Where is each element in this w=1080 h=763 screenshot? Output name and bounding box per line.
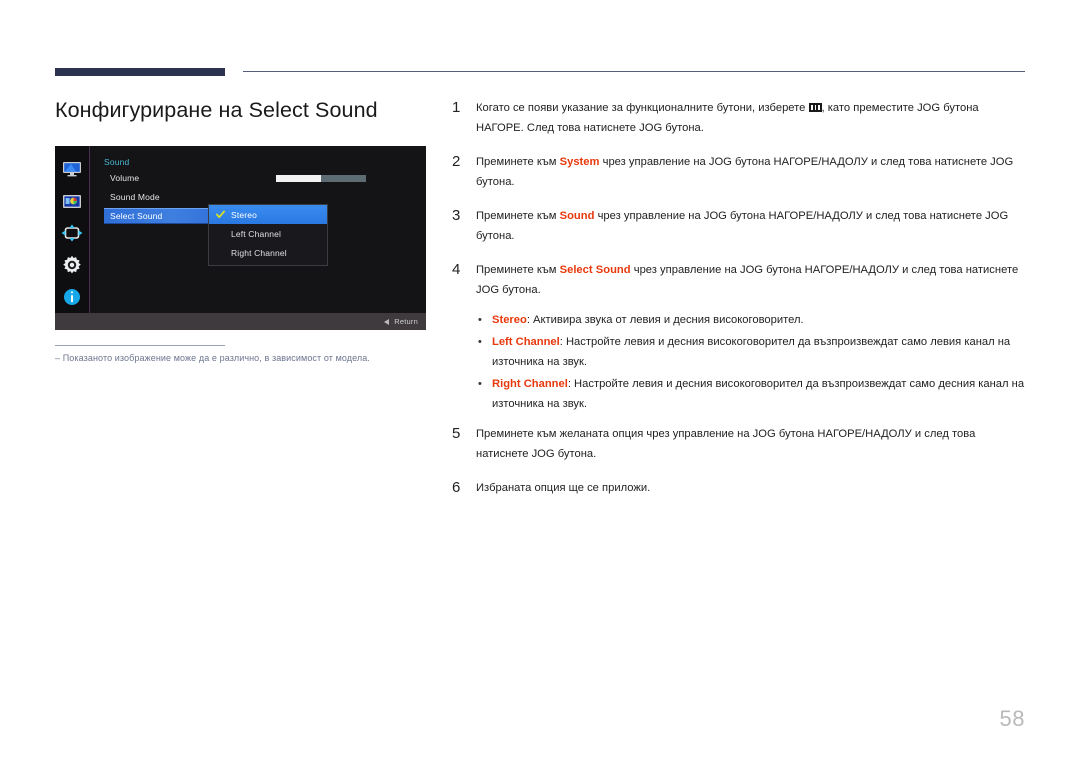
- step-text-part: Преминете към: [476, 156, 560, 168]
- bullet-rest: : Активира звука от левия и десния висок…: [526, 314, 804, 326]
- step-2: 2 Преминете към System чрез управление н…: [452, 152, 1027, 192]
- header-rule-line: [243, 71, 1025, 72]
- bullet-text: Stereo: Активира звука от левия и десния…: [492, 310, 1027, 330]
- step-number: 3: [452, 207, 461, 224]
- header-accent-bar: [55, 68, 225, 76]
- step-number: 1: [452, 99, 461, 116]
- menu-icon: [808, 103, 822, 112]
- bullet-term: Stereo: [492, 314, 527, 326]
- back-arrow-icon: [384, 318, 390, 325]
- bullet-left-channel: • Left Channel: Настройте левия и десния…: [476, 332, 1027, 372]
- footnote: ‒ Показаното изображение може да е разли…: [55, 353, 370, 363]
- submenu-item-left-channel[interactable]: Left Channel: [209, 224, 327, 243]
- bullet-term: Left Channel: [492, 336, 560, 348]
- step-text: Преминете към Sound чрез управление на J…: [476, 206, 1027, 246]
- bullet-rest: : Настройте левия и десния високоговорит…: [492, 378, 1025, 410]
- footnote-rule: [55, 345, 225, 346]
- step-text-part: Преминете към: [476, 210, 560, 222]
- osd-row-volume[interactable]: Volume: [104, 170, 139, 186]
- select-sound-submenu: Stereo Left Channel Right Channel: [208, 204, 328, 266]
- step-3: 3 Преминете към Sound чрез управление на…: [452, 206, 1027, 246]
- step-5: 5 Преминете към желаната опция чрез упра…: [452, 424, 1027, 464]
- info-icon[interactable]: [61, 286, 83, 308]
- bullet-text: Right Channel: Настройте левия и десния …: [492, 374, 1027, 414]
- step-text: Преминете към System чрез управление на …: [476, 152, 1027, 192]
- submenu-item-label: Stereo: [231, 209, 257, 220]
- bullet-right-channel: • Right Channel: Настройте левия и десни…: [476, 374, 1027, 414]
- step-text: Преминете към желаната опция чрез управл…: [476, 428, 976, 460]
- submenu-item-stereo[interactable]: Stereo: [209, 205, 327, 224]
- step-text-part: Преминете към: [476, 264, 560, 276]
- step-term-system: System: [559, 156, 600, 168]
- document-page: Конфигуриране на Select Sound Sound Volu…: [0, 0, 1080, 763]
- step-number: 4: [452, 261, 461, 278]
- step-text: Когато се появи указание за функционални…: [476, 98, 1027, 138]
- step-1: 1 Когато се появи указание за функционал…: [452, 98, 1027, 138]
- step-text-part: Когато се появи указание за функционални…: [476, 102, 809, 114]
- footnote-dash: ‒: [55, 353, 61, 363]
- page-title: Конфигуриране на Select Sound: [55, 98, 378, 122]
- step-text: Преминете към Select Sound чрез управлен…: [476, 260, 1027, 300]
- step-term-select-sound: Select Sound: [559, 264, 631, 276]
- footnote-text: Показаното изображение може да е различн…: [62, 353, 370, 363]
- osd-row-label: Sound Mode: [110, 192, 160, 202]
- picture-icon[interactable]: [61, 190, 83, 212]
- bullet-term: Right Channel: [492, 378, 568, 390]
- submenu-item-label: Left Channel: [231, 228, 282, 239]
- step-number: 5: [452, 425, 461, 442]
- volume-slider-fill: [276, 175, 321, 182]
- bullet-dot: •: [478, 314, 482, 326]
- option-bullets: • Stereo: Активира звука от левия и десн…: [476, 310, 1027, 414]
- return-label[interactable]: Return: [394, 317, 418, 326]
- check-icon: [216, 210, 225, 219]
- step-6: 6 Избраната опция ще се приложи.: [452, 478, 1027, 498]
- volume-slider[interactable]: [276, 175, 366, 182]
- osd-footer: Return: [55, 313, 426, 330]
- submenu-item-label: Right Channel: [231, 247, 287, 258]
- monitor-icon[interactable]: [61, 158, 83, 180]
- submenu-item-right-channel[interactable]: Right Channel: [209, 243, 327, 262]
- step-number: 2: [452, 153, 461, 170]
- osd-section-heading: Sound: [104, 157, 130, 167]
- step-text: Избраната опция ще се приложи.: [476, 482, 651, 494]
- page-number: 58: [999, 706, 1025, 731]
- step-number: 6: [452, 479, 461, 496]
- bullet-dot: •: [478, 336, 482, 348]
- bullet-text: Left Channel: Настройте левия и десния в…: [492, 332, 1027, 372]
- osd-row-sound-mode[interactable]: Sound Mode: [104, 189, 160, 205]
- steps-list: 1 Когато се появи указание за функционал…: [452, 98, 1027, 512]
- bullet-dot: •: [478, 378, 482, 390]
- step-4: 4 Преминете към Select Sound чрез управл…: [452, 260, 1027, 300]
- osd-row-label: Select Sound: [110, 211, 163, 221]
- gear-icon[interactable]: [61, 254, 83, 276]
- position-arrows-icon[interactable]: [61, 222, 83, 244]
- bullet-rest: : Настройте левия и десния високоговорит…: [492, 336, 1011, 368]
- step-term-sound: Sound: [559, 210, 595, 222]
- osd-row-label: Volume: [110, 173, 140, 183]
- bullet-stereo: • Stereo: Активира звука от левия и десн…: [476, 310, 1027, 330]
- osd-sidebar: [55, 146, 89, 313]
- osd-right-pane: [392, 146, 426, 313]
